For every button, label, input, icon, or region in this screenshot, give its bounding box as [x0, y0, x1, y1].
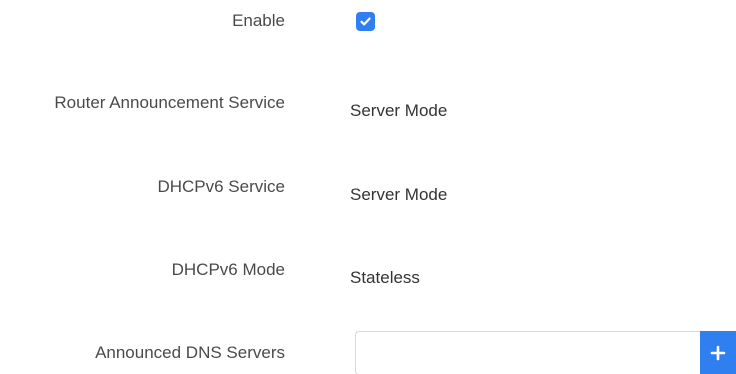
ra-service-label: Router Announcement Service — [54, 93, 285, 112]
dns-servers-input[interactable] — [355, 331, 700, 374]
dhcpv6-service-value: Server Mode — [350, 185, 448, 204]
plus-icon — [710, 345, 726, 361]
dhcpv6-service-label: DHCPv6 Service — [157, 177, 285, 196]
check-icon — [360, 17, 371, 26]
dhcpv6-mode-value: Stateless — [350, 268, 420, 287]
dhcpv6-settings-form: Enable Router Announcement Service Serve… — [0, 0, 736, 374]
enable-label: Enable — [232, 11, 285, 30]
ra-service-value: Server Mode — [350, 101, 448, 120]
add-dns-server-button[interactable] — [700, 331, 736, 374]
enable-checkbox[interactable] — [356, 12, 375, 31]
dhcpv6-mode-label: DHCPv6 Mode — [171, 260, 285, 279]
dns-servers-label: Announced DNS Servers — [95, 343, 285, 362]
